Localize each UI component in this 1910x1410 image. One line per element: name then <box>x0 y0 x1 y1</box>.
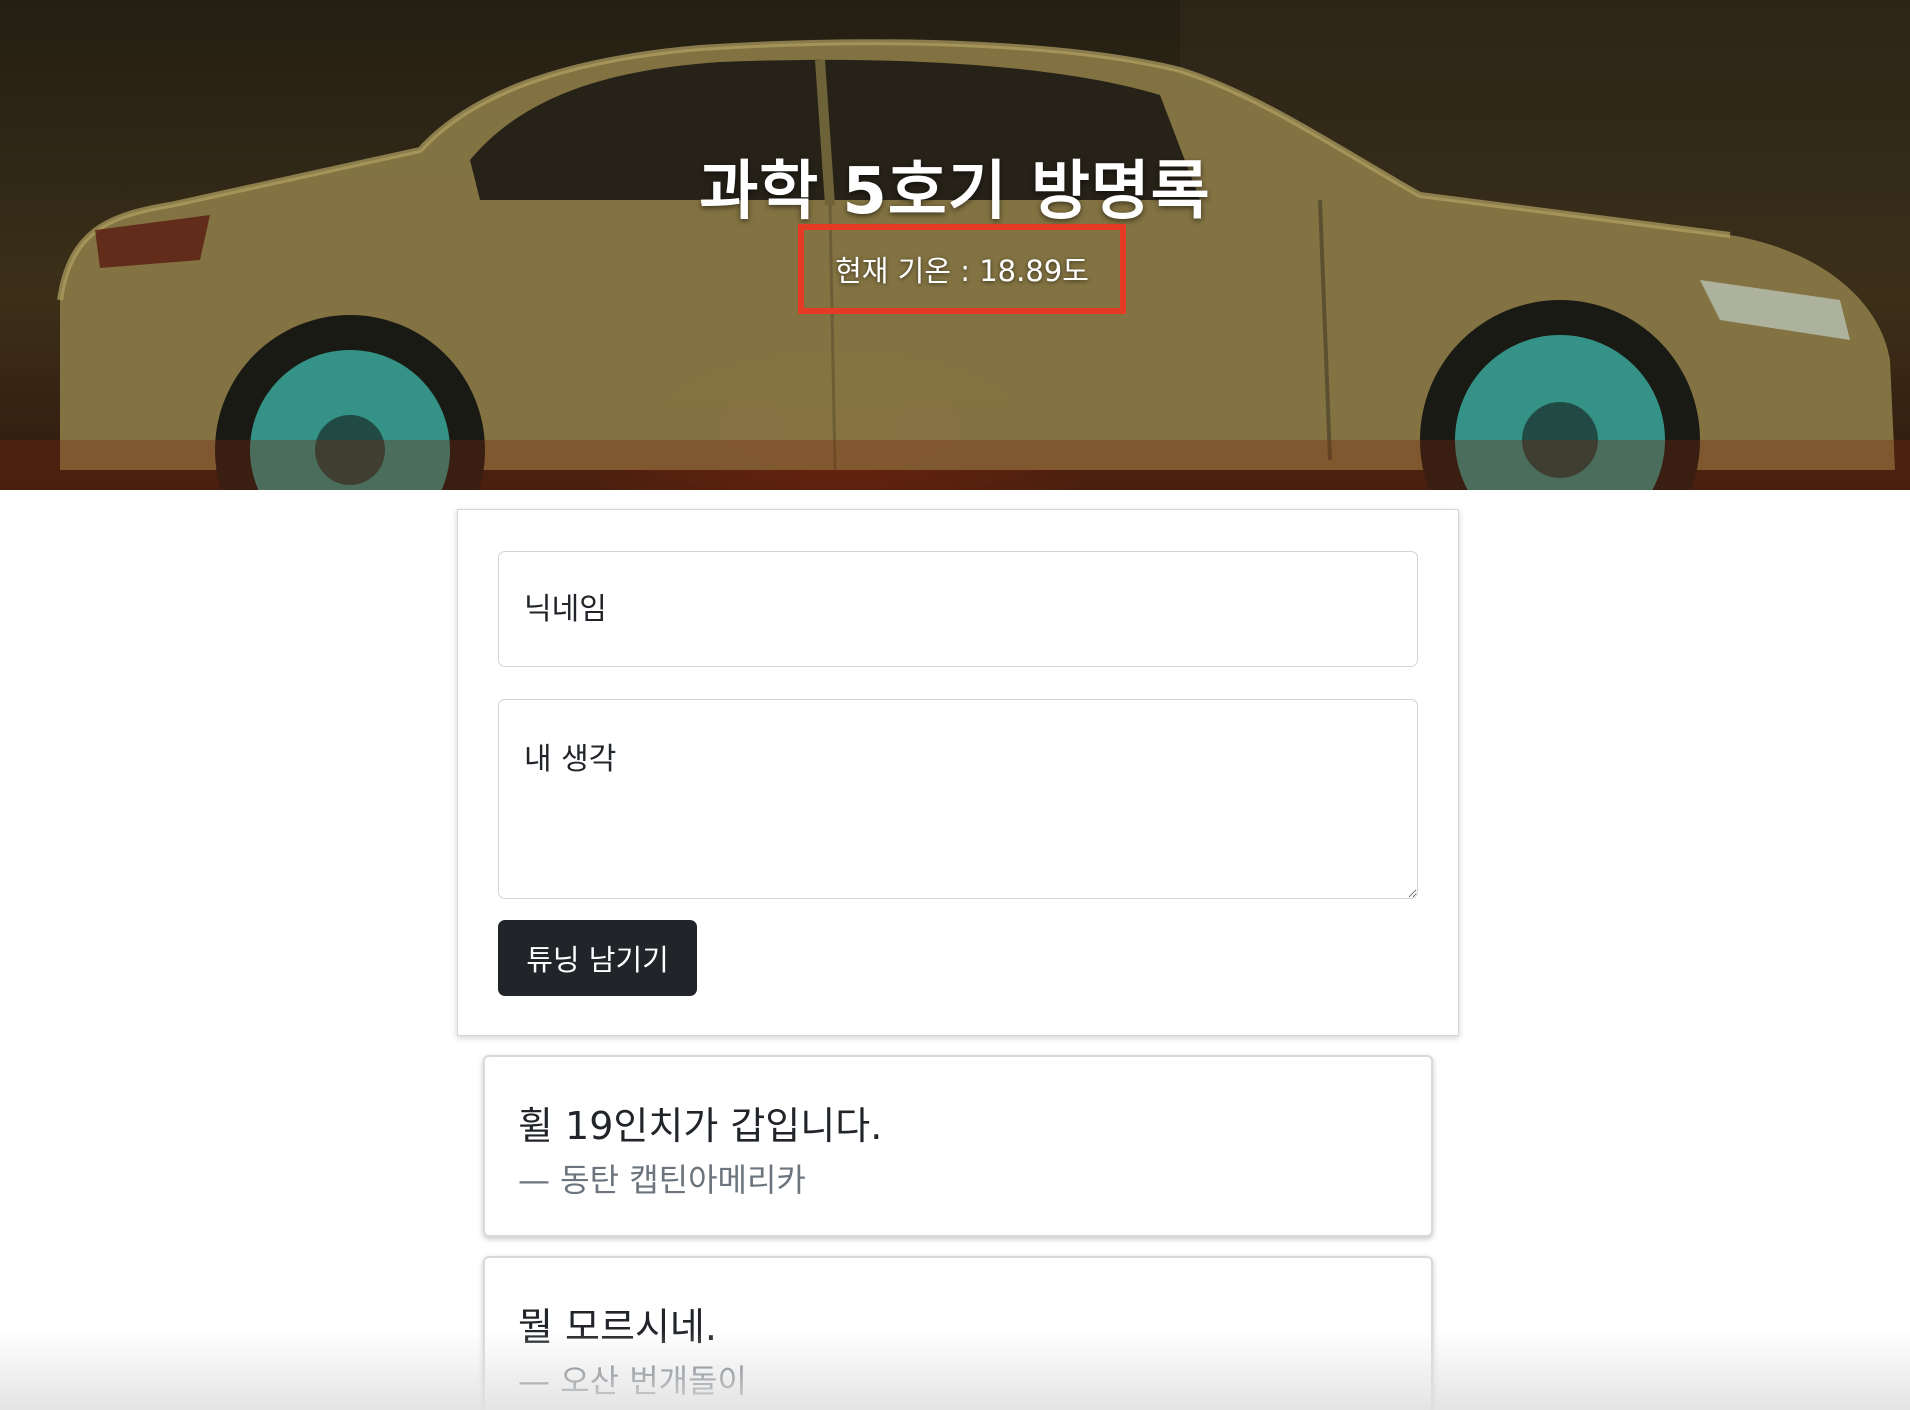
nickname-input[interactable] <box>498 551 1418 667</box>
guestbook-entry: 휠 19인치가 갑입니다. — 동탄 캡틴아메리카 <box>483 1055 1433 1237</box>
entry-message: 휠 19인치가 갑입니다. <box>518 1104 883 1148</box>
guestbook-form-card: 튜닝 남기기 <box>457 509 1459 1036</box>
submit-tuning-button[interactable]: 튜닝 남기기 <box>498 920 697 996</box>
entry-author: — 동탄 캡틴아메리카 <box>518 1161 806 1199</box>
page: 과학 5호기 방명록 현재 기온 : 18.89도 튜닝 남기기 휠 19인치가… <box>0 0 1910 1410</box>
current-temperature: 현재 기온 : 18.89도 <box>835 254 1089 288</box>
hero-banner: 과학 5호기 방명록 현재 기온 : 18.89도 <box>0 0 1910 490</box>
thought-textarea[interactable] <box>498 699 1418 899</box>
page-title: 과학 5호기 방명록 <box>699 155 1211 229</box>
entry-author: — 오산 번개돌이 <box>518 1362 747 1400</box>
weather-highlight-box: 현재 기온 : 18.89도 <box>798 224 1126 314</box>
entry-message: 뭘 모르시네. <box>518 1305 717 1349</box>
guestbook-entry: 뭘 모르시네. — 오산 번개돌이 <box>483 1256 1433 1410</box>
